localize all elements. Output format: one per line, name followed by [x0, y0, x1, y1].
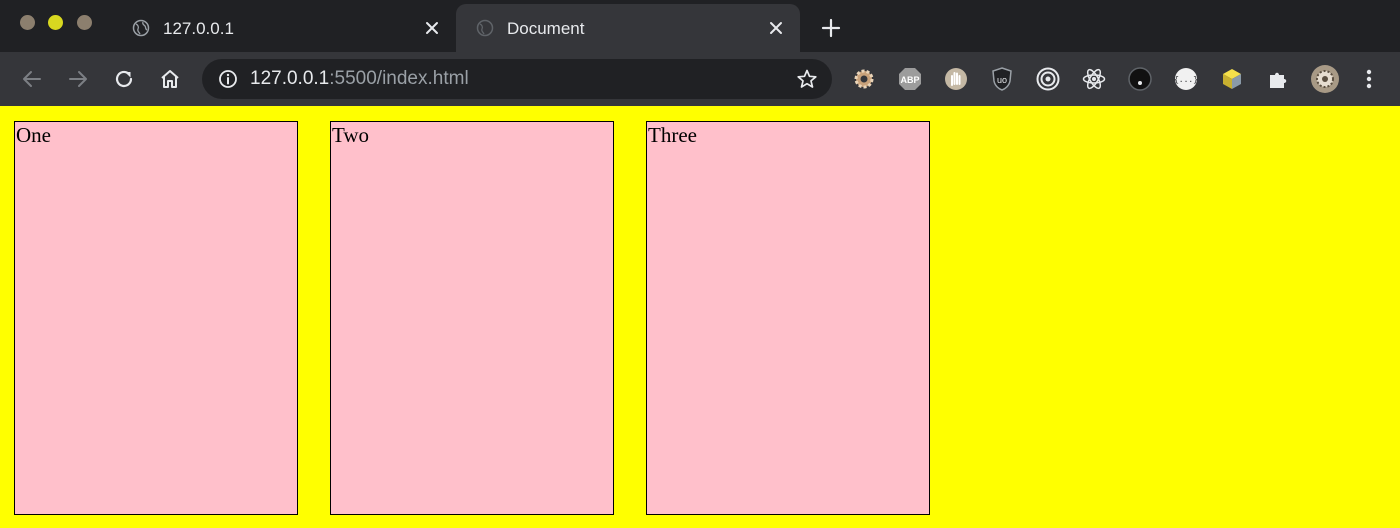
home-icon[interactable] — [158, 67, 182, 91]
tab-strip: 127.0.0.1 Document — [0, 0, 1400, 56]
site-info-icon[interactable] — [218, 69, 238, 89]
profile-avatar-icon[interactable] — [1310, 64, 1340, 94]
bookmark-star-icon[interactable] — [796, 68, 818, 90]
target-circle-icon[interactable] — [1035, 66, 1061, 92]
address-bar[interactable]: 127.0.0.1:5500/index.html — [202, 59, 832, 99]
window-minimize-button[interactable] — [48, 15, 63, 30]
globe-icon — [132, 19, 150, 37]
box-one: One — [14, 121, 298, 515]
tab-127-0-0-1[interactable]: 127.0.0.1 — [112, 4, 456, 56]
svg-text:ABP: ABP — [900, 75, 919, 85]
loading-globe-icon — [476, 19, 494, 37]
close-tab-icon[interactable] — [766, 18, 786, 38]
gear-extension-icon[interactable] — [851, 66, 877, 92]
browser-toolbar: 127.0.0.1:5500/index.html ABP uo {...} — [0, 52, 1400, 106]
tab-document[interactable]: Document — [456, 4, 800, 56]
window-close-button[interactable] — [20, 15, 35, 30]
page-viewport: One Two Three — [0, 106, 1400, 528]
kebab-menu-icon[interactable] — [1356, 66, 1382, 92]
tab-title: Document — [507, 19, 585, 38]
puzzle-extensions-icon[interactable] — [1265, 66, 1291, 92]
close-tab-icon[interactable] — [422, 18, 442, 38]
url-host: 127.0.0.1 — [250, 68, 330, 89]
cube-extension-icon[interactable] — [1219, 66, 1245, 92]
browser-window: 127.0.0.1 Document 127.0.0.1:5500/index.… — [0, 0, 1400, 528]
svg-text:uo: uo — [997, 75, 1007, 85]
forward-arrow-icon[interactable] — [66, 67, 90, 91]
url-text[interactable]: 127.0.0.1:5500/index.html — [250, 68, 469, 90]
hand-stop-icon[interactable] — [943, 66, 969, 92]
svg-text:{...}: {...} — [1174, 76, 1198, 85]
back-arrow-icon[interactable] — [20, 67, 44, 91]
json-viewer-icon[interactable]: {...} — [1173, 66, 1199, 92]
tab-title: 127.0.0.1 — [163, 19, 234, 38]
window-maximize-button[interactable] — [77, 15, 92, 30]
box-two: Two — [330, 121, 614, 515]
ublock-origin-icon[interactable]: uo — [989, 66, 1015, 92]
reload-icon[interactable] — [112, 67, 136, 91]
new-tab-plus-icon[interactable] — [820, 17, 842, 39]
adblock-plus-icon[interactable]: ABP — [897, 66, 923, 92]
box-three: Three — [646, 121, 930, 515]
dark-circle-icon[interactable] — [1127, 66, 1153, 92]
react-devtools-icon[interactable] — [1081, 66, 1107, 92]
url-path: :5500/index.html — [329, 68, 469, 89]
